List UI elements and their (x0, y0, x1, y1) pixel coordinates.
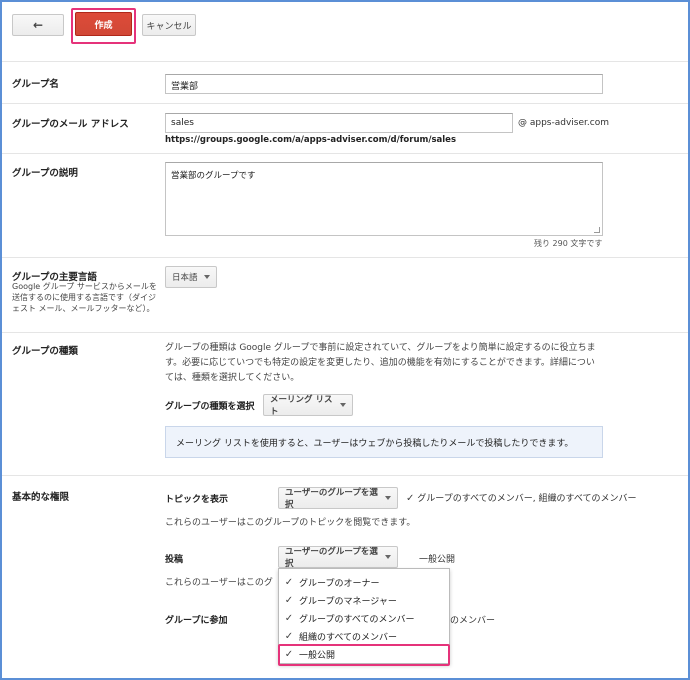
group-type-description: グループの種類は Google グループで事前に設定されていて、グループをより簡… (165, 343, 596, 383)
join-label: グループに参加 (165, 616, 228, 626)
permissions-label: 基本的な権限 (12, 492, 70, 503)
menu-item-org-members[interactable]: ✓ 組織のすべてのメンバー (279, 627, 449, 645)
back-button[interactable]: ← (12, 14, 64, 36)
menu-item-managers[interactable]: ✓ グループのマネージャー (279, 591, 449, 609)
group-type-select-value: メーリング リスト (270, 395, 333, 417)
create-button[interactable]: 作成 (75, 12, 132, 36)
language-select[interactable]: 日本語 (165, 266, 217, 288)
group-name-label: グループ名 (12, 79, 59, 90)
check-icon: ✓ (284, 576, 294, 588)
post-select[interactable]: ユーザーのグループを選択 (278, 546, 398, 569)
group-description-text: 営業部のグループです (171, 171, 256, 181)
chevron-down-icon (385, 555, 391, 559)
group-email-input[interactable]: sales (165, 113, 513, 133)
group-email-label: グループのメール アドレス (12, 119, 129, 130)
post-label: 投稿 (165, 555, 184, 565)
check-icon: ✓ (284, 594, 294, 606)
group-description-label: グループの説明 (12, 168, 78, 179)
menu-item-label: グループのすべてのメンバー (299, 614, 415, 625)
primary-language-help: Google グループ サービスからメールを送信するのに使用する言語です（ダイジ… (12, 282, 157, 313)
check-icon: ✓ (406, 493, 415, 504)
check-icon: ✓ (284, 630, 294, 642)
view-topics-summary: ✓ グループのすべてのメンバー, 組織のすべてのメンバー (406, 491, 636, 504)
resize-handle-icon[interactable] (594, 227, 600, 233)
view-topics-select[interactable]: ユーザーのグループを選択 (278, 487, 398, 510)
check-icon: ✓ (284, 612, 294, 624)
remaining-chars: 残り 290 文字です (534, 239, 603, 248)
menu-item-all-members[interactable]: ✓ グループのすべてのメンバー (279, 609, 449, 627)
group-type-select-label: グループの種類を選択 (165, 402, 255, 412)
language-select-value: 日本語 (172, 273, 198, 283)
menu-item-owners[interactable]: ✓ グループのオーナー (279, 573, 449, 591)
group-type-select[interactable]: メーリング リスト (263, 394, 353, 417)
email-domain-suffix: @ apps-adviser.com (518, 118, 609, 128)
post-select-value: ユーザーのグループを選択 (285, 547, 378, 569)
chevron-down-icon (203, 275, 210, 279)
group-type-info: メーリング リストを使用すると、ユーザーはウェブから投稿したりメールで投稿したり… (165, 426, 603, 458)
menu-item-label: グループのオーナー (299, 578, 380, 589)
cancel-button[interactable]: キャンセル (142, 14, 196, 36)
group-type-label: グループの種類 (12, 346, 78, 357)
group-description-textarea[interactable]: 営業部のグループです (165, 162, 603, 236)
view-topics-select-value: ユーザーのグループを選択 (285, 488, 378, 510)
back-arrow-icon: ← (32, 18, 44, 32)
public-option-highlight (278, 644, 450, 666)
view-topics-summary-text: グループのすべてのメンバー, 組織のすべてのメンバー (417, 494, 637, 504)
group-url: https://groups.google.com/a/apps-adviser… (165, 135, 457, 145)
view-topics-label: トピックを表示 (165, 495, 229, 505)
post-summary: 一般公開 (419, 555, 456, 565)
join-summary: のメンバー (450, 616, 496, 626)
view-topics-note: これらのユーザーはこのグループのトピックを閲覧できます。 (165, 518, 416, 528)
chevron-down-icon (340, 403, 346, 407)
toolbar: ← 作成 キャンセル (0, 0, 690, 48)
group-name-input[interactable]: 営業部 (165, 74, 603, 94)
menu-item-label: 組織のすべてのメンバー (299, 632, 398, 643)
chevron-down-icon (385, 496, 391, 500)
menu-item-label: グループのマネージャー (299, 596, 397, 607)
post-note: これらのユーザーはこのグ (165, 578, 273, 588)
group-type-info-text: メーリング リストを使用すると、ユーザーはウェブから投稿したりメールで投稿したり… (176, 438, 574, 449)
